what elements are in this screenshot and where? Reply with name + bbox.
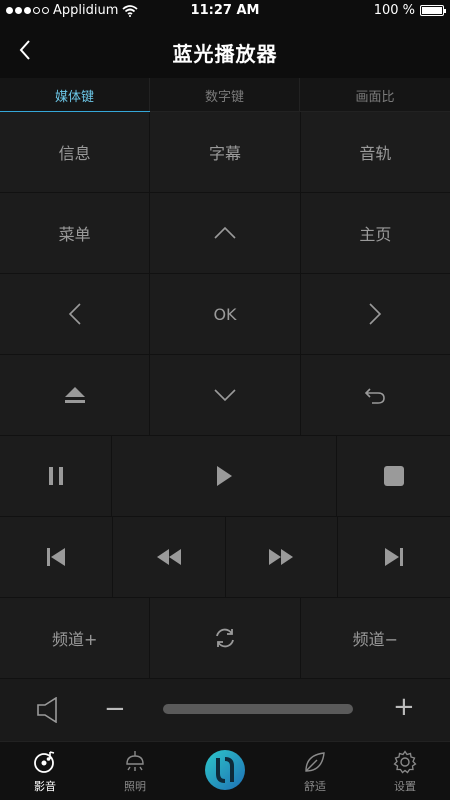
refresh-button[interactable] xyxy=(150,598,301,678)
tab-media-keys[interactable]: 媒体键 xyxy=(0,78,150,113)
chevron-up-icon xyxy=(214,226,236,239)
audio-track-button[interactable]: 音轨 xyxy=(300,112,450,192)
bottom-tab-label: 舒适 xyxy=(304,780,326,793)
stop-button[interactable] xyxy=(337,436,450,516)
down-button[interactable] xyxy=(150,355,301,435)
bottom-tab-comfort[interactable]: 舒适 xyxy=(270,742,360,800)
next-button[interactable] xyxy=(338,517,450,597)
music-disc-icon xyxy=(34,751,55,773)
battery-icon xyxy=(420,5,446,16)
volume-control: − + xyxy=(0,679,450,741)
gear-icon xyxy=(393,750,417,774)
rewind-icon xyxy=(156,549,181,565)
tab-number-keys[interactable]: 数字键 xyxy=(150,78,300,112)
bottom-tab-media[interactable]: 影音 xyxy=(0,742,90,800)
play-icon xyxy=(217,466,232,486)
previous-button[interactable] xyxy=(0,517,113,597)
eject-icon xyxy=(64,387,85,403)
skip-next-icon xyxy=(385,548,404,566)
key-row-5 xyxy=(0,436,450,517)
fast-forward-button[interactable] xyxy=(225,517,339,597)
skip-previous-icon xyxy=(46,548,65,566)
ok-button[interactable]: OK xyxy=(150,274,301,354)
stop-icon xyxy=(383,466,404,486)
status-bar: Applidium 11:27 AM 100 % xyxy=(0,0,450,22)
key-row-2: 菜单 主页 xyxy=(0,193,450,274)
pause-icon xyxy=(48,467,63,485)
key-row-7: 频道+ 频道− xyxy=(0,598,450,679)
info-button[interactable]: 信息 xyxy=(0,112,151,192)
chevron-left-icon xyxy=(68,303,81,325)
chevron-down-icon xyxy=(214,389,236,402)
home-button[interactable]: 主页 xyxy=(300,193,450,273)
channel-up-button[interactable]: 频道+ xyxy=(0,598,151,678)
page-title: 蓝光播放器 xyxy=(172,42,278,66)
return-button[interactable] xyxy=(300,355,450,435)
volume-slider[interactable] xyxy=(163,704,353,714)
remote-key-grid: 信息 字幕 音轨 菜单 主页 OK 频道+ 频道− xyxy=(0,112,450,679)
return-icon xyxy=(365,388,386,404)
leaf-icon xyxy=(305,752,325,772)
speaker-icon[interactable] xyxy=(36,697,60,723)
play-button[interactable] xyxy=(112,436,337,516)
battery-text: 100 % xyxy=(373,3,415,18)
volume-down-button[interactable]: − xyxy=(104,694,126,724)
bottom-tab-settings[interactable]: 设置 xyxy=(360,742,450,800)
tab-bar: 媒体键 数字键 画面比 xyxy=(0,78,450,113)
bottom-tab-label: 影音 xyxy=(34,780,56,793)
fast-forward-icon xyxy=(269,549,294,565)
subtitle-button[interactable]: 字幕 xyxy=(150,112,301,192)
channel-down-button[interactable]: 频道− xyxy=(300,598,450,678)
lamp-icon xyxy=(126,751,144,771)
rewind-button[interactable] xyxy=(112,517,226,597)
bottom-tab-lighting[interactable]: 照明 xyxy=(90,742,180,800)
right-button[interactable] xyxy=(300,274,450,354)
refresh-icon xyxy=(216,628,234,648)
eject-button[interactable] xyxy=(0,355,151,435)
bottom-tab-bar: 影音 照明 舒适 设置 xyxy=(0,741,450,800)
chevron-right-icon xyxy=(369,303,382,325)
bottom-tab-label: 照明 xyxy=(124,780,146,793)
volume-up-button[interactable]: + xyxy=(393,692,415,722)
nav-bar: 蓝光播放器 xyxy=(0,22,450,78)
pause-button[interactable] xyxy=(0,436,112,516)
bottom-tab-label: 设置 xyxy=(394,780,416,793)
menu-button[interactable]: 菜单 xyxy=(0,193,151,273)
key-row-3: OK xyxy=(0,274,450,355)
left-button[interactable] xyxy=(0,274,151,354)
key-row-4 xyxy=(0,355,450,436)
status-right: 100 % xyxy=(373,3,446,18)
key-row-1: 信息 字幕 音轨 xyxy=(0,112,450,193)
up-button[interactable] xyxy=(150,193,301,273)
bottom-tab-home-logo[interactable] xyxy=(180,742,270,800)
key-row-6 xyxy=(0,517,450,598)
app-logo-icon xyxy=(205,750,245,790)
tab-aspect-ratio[interactable]: 画面比 xyxy=(300,78,450,112)
